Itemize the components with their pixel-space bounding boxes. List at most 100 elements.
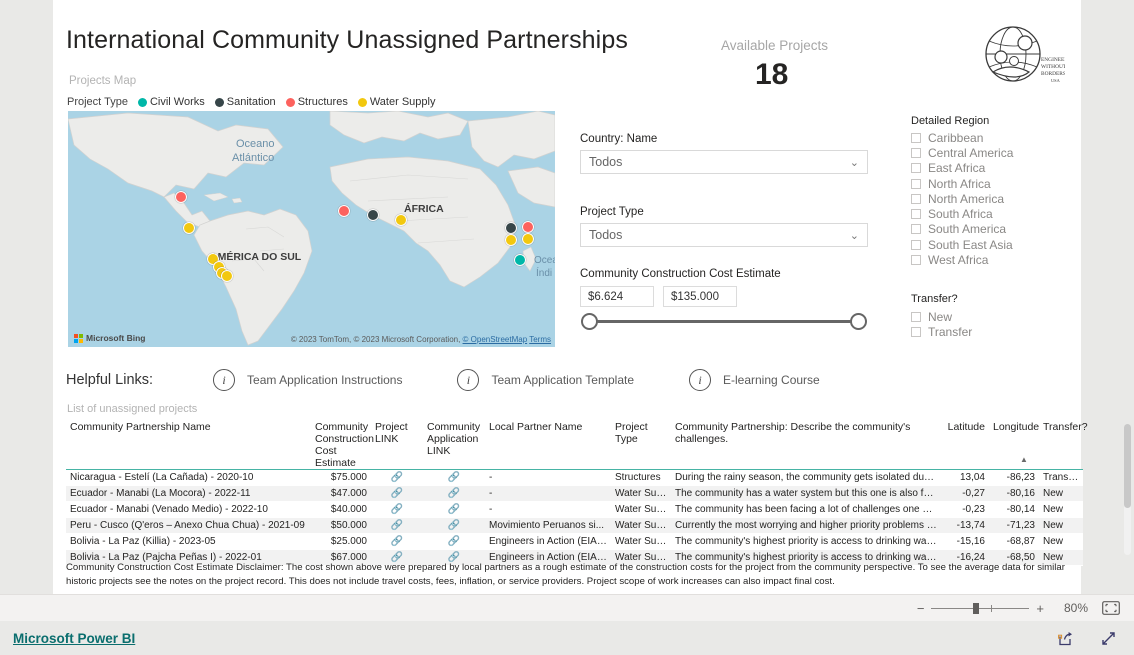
map-pin[interactable] — [175, 191, 187, 203]
cell-transfer: New — [1039, 501, 1083, 518]
col-community-application-link[interactable]: Community Application LINK — [423, 418, 485, 470]
zoom-slider-thumb[interactable] — [973, 602, 980, 614]
region-option-south-america[interactable]: South America — [911, 222, 1006, 236]
col-project-link[interactable]: Project LINK — [371, 418, 423, 470]
cell-project-link[interactable]: 🔗 — [371, 517, 423, 534]
checkbox-icon[interactable] — [911, 240, 921, 250]
region-option-north-america[interactable]: North America — [911, 192, 1004, 206]
cell-project-link[interactable]: 🔗 — [371, 469, 423, 486]
zoom-control[interactable]: − + — [917, 601, 1044, 616]
cell-application-link[interactable]: 🔗 — [423, 469, 485, 486]
map-terms-link[interactable]: Terms — [529, 335, 551, 344]
cell-project-link[interactable]: 🔗 — [371, 533, 423, 550]
link-icon[interactable]: 🔗 — [448, 472, 460, 483]
table-scrollbar-thumb[interactable] — [1124, 424, 1131, 508]
checkbox-icon[interactable] — [911, 163, 921, 173]
table-row[interactable]: Ecuador - Manabi (La Mocora) - 2022-11 $… — [66, 485, 1083, 502]
link-e-learning-course[interactable]: i E-learning Course — [689, 369, 820, 391]
cell-application-link[interactable]: 🔗 — [423, 501, 485, 518]
legend-item-water-supply[interactable]: Water Supply — [357, 96, 435, 108]
cell-project-link[interactable]: 🔗 — [371, 501, 423, 518]
zoom-slider[interactable] — [931, 602, 1030, 614]
table-row[interactable]: Ecuador - Manabi (Venado Medio) - 2022-1… — [66, 501, 1083, 518]
map-pin[interactable] — [514, 254, 526, 266]
transfer-option-transfer[interactable]: Transfer — [911, 325, 972, 339]
cell-application-link[interactable]: 🔗 — [423, 485, 485, 502]
checkbox-icon[interactable] — [911, 133, 921, 143]
region-option-north-africa[interactable]: North Africa — [911, 177, 991, 191]
checkbox-icon[interactable] — [911, 327, 921, 337]
col-project-type[interactable]: Project Type — [611, 418, 671, 470]
table-row[interactable]: Peru - Cusco (Q'eros – Anexo Chua Chua) … — [66, 517, 1083, 534]
region-option-central-america[interactable]: Central America — [911, 146, 1013, 160]
col-longitude[interactable]: Longitude — [989, 418, 1039, 470]
cell-challenges: Currently the most worrying and higher p… — [671, 517, 941, 534]
microsoft-power-bi-link[interactable]: Microsoft Power BI — [13, 631, 135, 646]
cell-challenges: The community has a water system but thi… — [671, 485, 941, 502]
link-team-application-template[interactable]: i Team Application Template — [457, 369, 634, 391]
cell-application-link[interactable]: 🔗 — [423, 517, 485, 534]
map-pin[interactable] — [505, 234, 517, 246]
link-icon[interactable]: 🔗 — [391, 488, 403, 499]
project-type-dropdown[interactable]: Todos ⌄ — [580, 223, 868, 247]
cost-min-input[interactable]: $6.624 — [580, 286, 654, 307]
checkbox-icon[interactable] — [911, 224, 921, 234]
checkbox-icon[interactable] — [911, 312, 921, 322]
table-row[interactable]: Nicaragua - Estelí (La Cañada) - 2020-10… — [66, 469, 1083, 486]
map-pin[interactable] — [183, 222, 195, 234]
col-community-partnership-name[interactable]: Community Partnership Name — [66, 418, 311, 470]
region-option-west-africa[interactable]: West Africa — [911, 253, 988, 267]
region-option-caribbean[interactable]: Caribbean — [911, 131, 983, 145]
link-icon[interactable]: 🔗 — [448, 520, 460, 531]
map-pin[interactable] — [338, 205, 350, 217]
zoom-out-button[interactable]: − — [917, 601, 925, 616]
map-pin[interactable] — [395, 214, 407, 226]
transfer-option-new[interactable]: New — [911, 310, 952, 324]
col-local-partner-name[interactable]: Local Partner Name — [485, 418, 611, 470]
map-pin[interactable] — [522, 233, 534, 245]
link-icon[interactable]: 🔗 — [391, 536, 403, 547]
transfer-option-label: New — [928, 310, 953, 324]
fit-to-page-icon[interactable] — [1102, 601, 1120, 615]
region-option-south-east-asia[interactable]: South East Asia — [911, 238, 1013, 252]
link-icon[interactable]: 🔗 — [391, 472, 403, 483]
unassigned-projects-table[interactable]: Community Partnership Name Community Con… — [66, 418, 1088, 566]
col-latitude[interactable]: Latitude — [941, 418, 989, 470]
col-community-construction-cost-estimate[interactable]: Community Construction Cost Estimate — [311, 418, 374, 470]
fullscreen-icon[interactable] — [1100, 630, 1117, 647]
cell-project-link[interactable]: 🔗 — [371, 485, 423, 502]
link-icon[interactable]: 🔗 — [448, 504, 460, 515]
cost-max-input[interactable]: $135.000 — [663, 286, 737, 307]
checkbox-icon[interactable] — [911, 255, 921, 265]
col-challenges[interactable]: Community Partnership: Describe the comm… — [671, 418, 941, 470]
legend-item-civil-works[interactable]: Civil Works — [137, 96, 205, 108]
cost-slider-track[interactable] — [589, 320, 865, 323]
checkbox-icon[interactable] — [911, 179, 921, 189]
link-icon[interactable]: 🔗 — [391, 520, 403, 531]
map-pin[interactable] — [505, 222, 517, 234]
checkbox-icon[interactable] — [911, 148, 921, 158]
link-team-application-instructions[interactable]: i Team Application Instructions — [213, 369, 402, 391]
region-option-east-africa[interactable]: East Africa — [911, 161, 985, 175]
projects-map[interactable]: Oceano Atlántico AMÉRICA DO SUL ÁFRICA O… — [68, 111, 555, 347]
country-dropdown[interactable]: Todos ⌄ — [580, 150, 868, 174]
link-icon[interactable]: 🔗 — [448, 488, 460, 499]
cell-application-link[interactable]: 🔗 — [423, 533, 485, 550]
legend-item-structures[interactable]: Structures — [285, 96, 348, 108]
col-transfer[interactable]: Transfer? — [1039, 418, 1088, 470]
share-icon[interactable] — [1057, 630, 1074, 647]
map-pin[interactable] — [221, 270, 233, 282]
checkbox-icon[interactable] — [911, 194, 921, 204]
map-pin[interactable] — [367, 209, 379, 221]
link-icon[interactable]: 🔗 — [391, 504, 403, 515]
region-option-south-africa[interactable]: South Africa — [911, 207, 993, 221]
checkbox-icon[interactable] — [911, 209, 921, 219]
zoom-in-button[interactable]: + — [1036, 601, 1044, 616]
openstreetmap-link[interactable]: © OpenStreetMap — [463, 335, 528, 344]
table-row[interactable]: Bolivia - La Paz (Killia) - 2023-05 $25.… — [66, 533, 1083, 550]
map-pin[interactable] — [522, 221, 534, 233]
link-icon[interactable]: 🔗 — [448, 536, 460, 547]
cost-slider-handle-max[interactable] — [850, 313, 867, 330]
cost-slider-handle-min[interactable] — [581, 313, 598, 330]
legend-item-sanitation[interactable]: Sanitation — [214, 96, 276, 108]
